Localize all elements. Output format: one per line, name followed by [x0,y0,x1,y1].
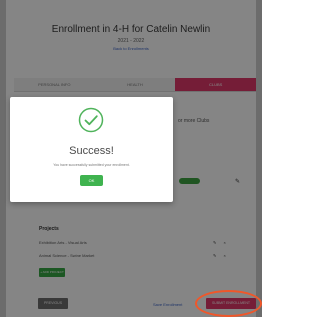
success-title: Success! [69,145,114,157]
highlight-annotation [195,290,262,317]
success-message: You have successfully submitted your enr… [53,163,130,167]
browser-screen: Enrollment in 4-H for Catelin Newlin 202… [0,0,262,317]
success-modal: Success! You have successfully submitted… [10,97,173,202]
check-circle-icon [78,107,104,133]
ok-button[interactable]: OK [80,175,103,186]
